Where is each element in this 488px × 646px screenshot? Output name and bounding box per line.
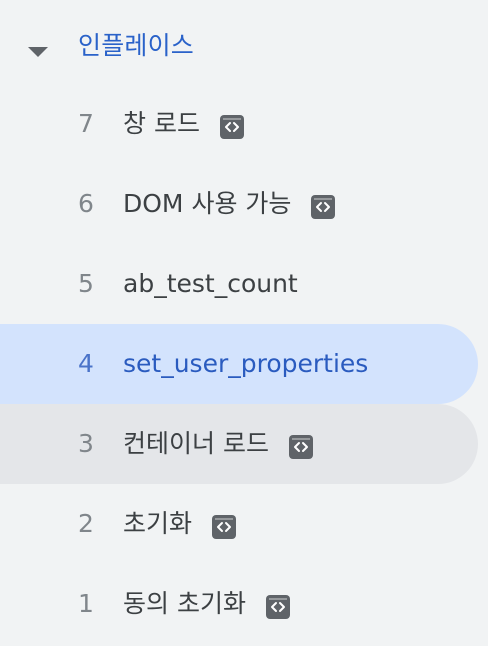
event-row-3[interactable]: 3 컨테이너 로드 (0, 404, 478, 484)
event-label-wrap: 동의 초기화 (123, 588, 290, 620)
event-list-panel: 인플레이스 7 창 로드 6 DOM 사용 가능 5 ab_test_count… (0, 0, 488, 646)
event-number: 5 (78, 269, 94, 298)
code-tag-icon (288, 435, 313, 459)
event-label: ab_test_count (123, 269, 298, 298)
group-header-inplace[interactable]: 인플레이스 (0, 4, 488, 80)
event-number: 4 (78, 349, 94, 378)
event-label: DOM 사용 가능 (123, 189, 292, 218)
event-label-wrap: 창 로드 (123, 108, 244, 140)
event-label: 동의 초기화 (123, 589, 246, 618)
event-label: 컨테이너 로드 (123, 429, 269, 458)
event-label: set_user_properties (123, 349, 369, 378)
code-tag-icon (265, 595, 290, 619)
event-label-wrap: DOM 사용 가능 (123, 188, 336, 220)
event-label-wrap: set_user_properties (123, 348, 368, 380)
event-number: 2 (78, 509, 94, 538)
code-tag-icon (212, 515, 237, 539)
event-number: 6 (78, 189, 94, 218)
event-row-6[interactable]: 6 DOM 사용 가능 (0, 164, 478, 244)
code-tag-icon (219, 115, 244, 139)
event-label-wrap: 컨테이너 로드 (123, 428, 313, 460)
event-label: 창 로드 (123, 109, 200, 138)
event-number: 1 (78, 589, 94, 618)
event-label-wrap: 초기화 (123, 508, 237, 540)
event-row-1[interactable]: 1 동의 초기화 (0, 564, 478, 644)
code-tag-icon (311, 195, 336, 219)
event-number: 7 (78, 109, 94, 138)
event-label-wrap: ab_test_count (123, 268, 298, 300)
event-row-4[interactable]: 4 set_user_properties (0, 324, 478, 404)
caret-down-icon[interactable] (28, 47, 48, 57)
group-title[interactable]: 인플레이스 (78, 30, 194, 62)
event-row-2[interactable]: 2 초기화 (0, 484, 478, 564)
event-number: 3 (78, 429, 94, 458)
event-row-7[interactable]: 7 창 로드 (0, 84, 478, 164)
event-row-5[interactable]: 5 ab_test_count (0, 244, 478, 324)
event-label: 초기화 (123, 509, 193, 538)
